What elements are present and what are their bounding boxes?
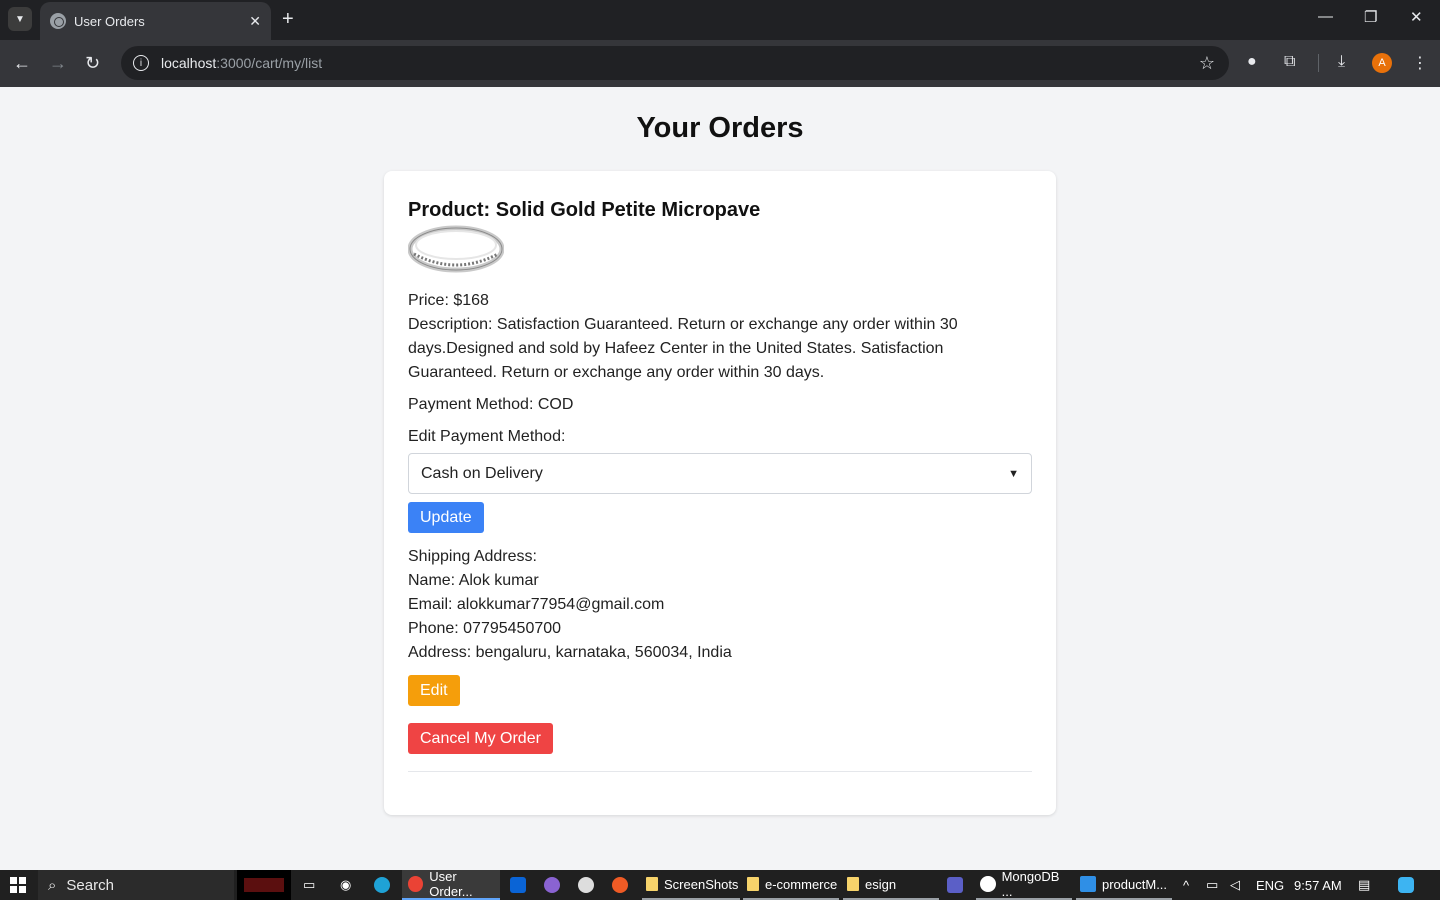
close-tab-icon[interactable]: ✕	[249, 13, 261, 30]
shipping-name: Name: Alok kumar	[408, 572, 539, 589]
bookmark-star-icon[interactable]: ☆	[1199, 53, 1215, 74]
address-bar[interactable]: i localhost:3000/cart/my/list ☆	[121, 46, 1229, 80]
download-icon[interactable]: ⤓	[1338, 53, 1345, 71]
github-icon[interactable]	[578, 870, 600, 900]
browser-toolbar: ← → ↻ i localhost:3000/cart/my/list ☆ ● …	[0, 40, 1440, 87]
description-text: Description: Satisfaction Guaranteed. Re…	[408, 316, 958, 381]
taskbar-folder-screenshots[interactable]: ScreenShots	[642, 870, 740, 900]
browser-tab-bar: ▼ User Orders ✕ + — ❐ ✕	[0, 0, 1440, 40]
postman-icon[interactable]	[612, 870, 634, 900]
taskbar-search[interactable]: ⌕ Search	[38, 870, 234, 900]
mongodb-icon	[980, 876, 996, 892]
minimize-icon[interactable]: —	[1318, 8, 1333, 25]
taskbar-search-label: Search	[66, 876, 114, 894]
chrome-icon	[408, 876, 424, 892]
globe-icon	[50, 13, 66, 29]
search-icon: ⌕	[48, 876, 57, 894]
volume-icon[interactable]: ◁	[1230, 870, 1240, 900]
update-button[interactable]: Update	[408, 502, 484, 533]
task-view-icon[interactable]: ▭	[303, 870, 315, 900]
back-arrow-icon[interactable]: ←	[13, 52, 31, 74]
profile-avatar[interactable]: A	[1372, 53, 1392, 73]
payment-select-value: Cash on Delivery	[421, 464, 543, 482]
product-ring-image	[407, 225, 505, 273]
shipping-heading: Shipping Address:	[408, 548, 537, 565]
language-indicator[interactable]: ENG	[1256, 870, 1284, 900]
shipping-phone: Phone: 07795450700	[408, 620, 562, 637]
order-card: Product: Solid Gold Petite Micropave Pri…	[384, 171, 1056, 815]
teams-icon[interactable]	[947, 870, 969, 900]
folder-icon	[847, 877, 859, 891]
clock[interactable]: 9:57 AM	[1294, 870, 1342, 900]
url-text[interactable]: localhost:3000/cart/my/list	[161, 55, 1199, 71]
close-window-icon[interactable]: ✕	[1410, 8, 1423, 26]
folder-icon	[747, 877, 759, 891]
outlook-icon[interactable]	[510, 870, 532, 900]
edge-browser-icon[interactable]	[374, 870, 396, 900]
chevron-up-icon[interactable]: ^	[1183, 870, 1189, 900]
order-divider	[408, 771, 1032, 772]
chevron-down-icon: ▼	[15, 13, 25, 25]
cancel-order-button[interactable]: Cancel My Order	[408, 723, 553, 754]
shipping-email: Email: alokkumar77954@gmail.com	[408, 596, 665, 613]
notifications-icon[interactable]: ▤	[1358, 870, 1370, 900]
product-name: Product: Solid Gold Petite Micropave	[408, 199, 761, 221]
cookie-extension-icon[interactable]: ●	[1247, 53, 1257, 71]
toolbar-divider	[1318, 54, 1319, 72]
forward-arrow-icon[interactable]: →	[49, 52, 67, 74]
price-text: Price: $168	[408, 292, 489, 309]
payment-method-text: Payment Method: COD	[408, 396, 574, 413]
tab-search-button[interactable]: ▼	[8, 7, 32, 31]
windows-logo-icon	[10, 877, 26, 893]
security-app-icon[interactable]: ◉	[340, 870, 351, 900]
edit-address-button[interactable]: Edit	[408, 675, 460, 706]
vscode-icon	[1080, 876, 1096, 892]
new-tab-button[interactable]: +	[282, 8, 294, 30]
copilot-icon[interactable]	[1398, 870, 1420, 900]
shipping-address: Address: bengaluru, karnataka, 560034, I…	[408, 644, 732, 661]
ideas-widget-icon[interactable]	[237, 870, 291, 900]
taskbar-mongodb[interactable]: MongoDB ...	[976, 869, 1072, 900]
taskbar-vscode[interactable]: productM...	[1076, 870, 1172, 900]
payment-method-select[interactable]: Cash on Delivery ▼	[408, 453, 1032, 494]
taskbar-folder-esign[interactable]: esign	[843, 870, 939, 900]
network-icon[interactable]: ▭	[1206, 870, 1218, 900]
taskbar-folder-ecommerce[interactable]: e-commerce	[743, 870, 839, 900]
extensions-puzzle-icon[interactable]: ⧉	[1284, 53, 1295, 71]
shipping-address-block: Shipping Address: Name: Alok kumar Email…	[408, 545, 1032, 665]
tab-title: User Orders	[74, 13, 145, 29]
more-menu-icon[interactable]: ⋮	[1412, 53, 1428, 73]
github-desktop-icon[interactable]	[544, 870, 566, 900]
page-title: Your Orders	[636, 112, 804, 144]
reload-icon[interactable]: ↻	[85, 52, 100, 74]
start-button[interactable]	[10, 870, 26, 900]
site-info-icon[interactable]: i	[133, 55, 149, 71]
taskbar-chrome-user-orders[interactable]: User Order...	[402, 869, 500, 900]
restore-icon[interactable]: ❐	[1364, 8, 1377, 26]
chevron-down-icon: ▼	[1008, 467, 1019, 480]
edit-payment-label: Edit Payment Method:	[408, 428, 566, 445]
browser-tab-active[interactable]: User Orders ✕	[40, 2, 271, 40]
folder-icon	[646, 877, 658, 891]
